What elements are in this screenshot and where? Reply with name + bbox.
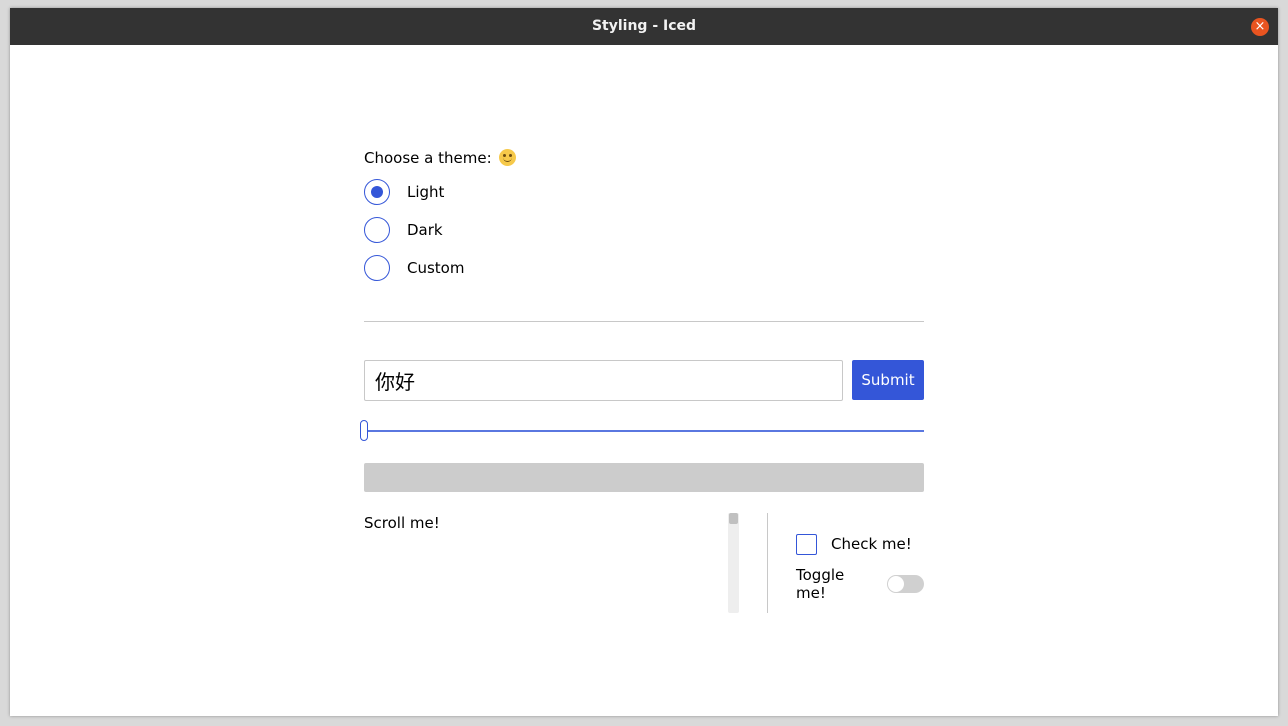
checkbox-label: Check me! [831, 535, 912, 553]
theme-heading-text: Choose a theme: [364, 149, 492, 167]
close-icon[interactable]: × [1251, 18, 1269, 36]
radio-button-light[interactable] [364, 179, 390, 205]
scrollbar[interactable] [728, 513, 739, 613]
horizontal-rule [364, 321, 924, 322]
toggler-row[interactable]: Toggle me! [796, 566, 924, 602]
progress-bar [364, 463, 924, 492]
scrollable-area[interactable]: Scroll me! [364, 513, 739, 613]
checkbox-row[interactable]: Check me! [796, 532, 912, 556]
toggle-knob[interactable] [887, 576, 904, 592]
scrollbar-thumb[interactable] [729, 513, 738, 524]
slider-handle[interactable] [360, 420, 368, 441]
radio-label-light: Light [407, 183, 445, 201]
smiling-face-icon [499, 149, 517, 166]
check-me-checkbox[interactable] [796, 533, 817, 555]
submit-button[interactable]: Submit [852, 360, 924, 400]
radio-button-custom[interactable] [364, 255, 390, 281]
main-content: Choose a theme: Light Dark Custom Submit… [360, 8, 924, 716]
radio-button-dark[interactable] [364, 217, 390, 243]
vertical-rule [767, 513, 768, 613]
radio-dark[interactable]: Dark [364, 215, 443, 245]
scroll-text: Scroll me! [364, 514, 440, 532]
slider-rail[interactable] [364, 430, 924, 432]
radio-light[interactable]: Light [364, 177, 444, 207]
radio-label-custom: Custom [407, 259, 465, 277]
toggle-switch[interactable] [886, 575, 924, 593]
toggler-label: Toggle me! [796, 566, 845, 602]
text-input[interactable] [364, 360, 843, 401]
theme-heading: Choose a theme: [364, 148, 517, 168]
slider[interactable] [360, 420, 924, 442]
radio-label-dark: Dark [407, 221, 443, 239]
radio-custom[interactable]: Custom [364, 253, 464, 283]
app-window: Styling - Iced × Choose a theme: Light D… [10, 8, 1278, 716]
